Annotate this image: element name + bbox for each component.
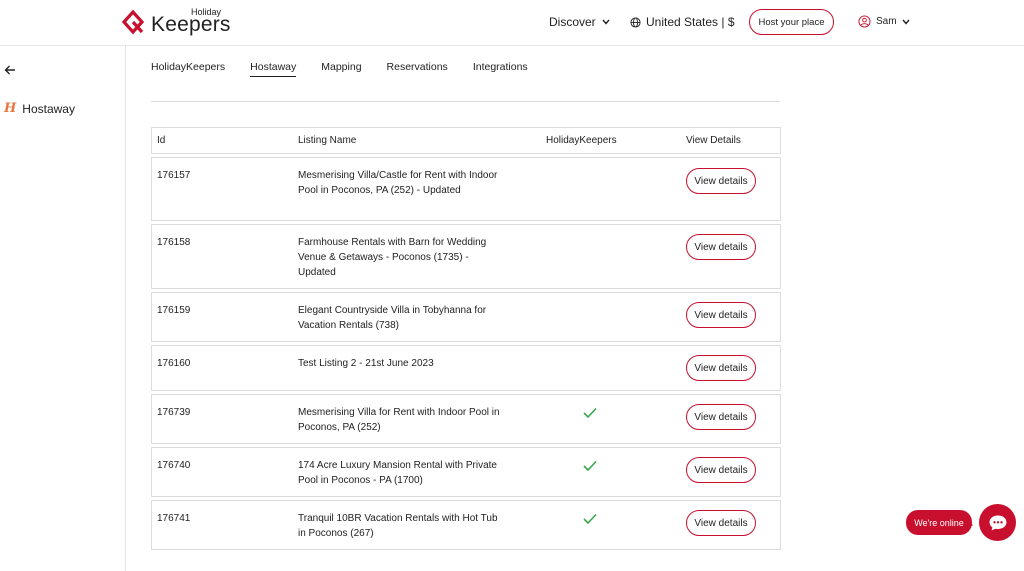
globe-icon (630, 16, 641, 28)
view-details-button[interactable]: View details (686, 510, 756, 536)
tab-integrations[interactable]: Integrations (473, 61, 528, 77)
tabs-divider (151, 101, 780, 102)
logo-text: Holiday Keepers (151, 7, 230, 37)
view-details-button[interactable]: View details (686, 168, 756, 194)
header-divider (126, 45, 1024, 46)
sidebar-item-hostaway[interactable]: H Hostaway (4, 101, 75, 116)
table-row: 176740 174 Acre Luxury Mansion Rental wi… (151, 447, 781, 497)
listings-table: Id Listing Name HolidayKeepers View Deta… (151, 127, 781, 553)
column-header-view-details: View Details (686, 135, 741, 146)
table-row: 176158 Farmhouse Rentals with Barn for W… (151, 224, 781, 289)
view-details-button[interactable]: View details (686, 404, 756, 430)
user-menu[interactable]: Sam (858, 15, 910, 28)
listing-name: Farmhouse Rentals with Barn for Wedding … (298, 237, 487, 278)
listing-id: 176740 (157, 460, 191, 471)
checkmark-icon (583, 407, 597, 419)
logo-big-text: Keepers (151, 13, 231, 36)
view-details-button[interactable]: View details (686, 355, 756, 381)
chevron-down-icon (902, 19, 910, 25)
table-header: Id Listing Name HolidayKeepers View Deta… (151, 127, 781, 154)
user-name: Sam (876, 16, 897, 27)
table-row: 176739 Mesmerising Villa for Rent with I… (151, 394, 781, 444)
chat-launcher-button[interactable] (979, 504, 1016, 541)
table-row: 176160 Test Listing 2 - 21st June 2023 V… (151, 345, 781, 391)
checkmark-icon (583, 460, 597, 472)
tab-bar: HolidayKeepers Hostaway Mapping Reservat… (151, 61, 553, 77)
listing-id: 176739 (157, 407, 191, 418)
listing-id: 176159 (157, 305, 191, 316)
checkmark-icon (583, 513, 597, 525)
top-header: Holiday Keepers Discover United States |… (0, 0, 1024, 45)
listing-id: 176158 (157, 237, 191, 248)
tab-hostaway[interactable]: Hostaway (250, 61, 297, 77)
listing-name: Elegant Countryside Villa in Tobyhanna f… (298, 305, 487, 331)
sidebar-item-label: Hostaway (22, 101, 75, 116)
table-row: 176157 Mesmerising Villa/Castle for Rent… (151, 157, 781, 221)
listing-name: Test Listing 2 - 21st June 2023 (298, 358, 434, 369)
country-label: United States | $ (646, 15, 735, 29)
listing-name: Mesmerising Villa/Castle for Rent with I… (298, 170, 498, 196)
chat-bubble-icon (989, 515, 1006, 530)
listing-name: Mesmerising Villa for Rent with Indoor P… (298, 407, 500, 433)
listing-id: 176741 (157, 513, 191, 524)
arrow-left-icon[interactable] (4, 64, 16, 76)
listing-id: 176157 (157, 170, 191, 181)
tab-holidaykeepers[interactable]: HolidayKeepers (151, 61, 225, 77)
chat-label-tail (966, 520, 973, 530)
table-row: 176159 Elegant Countryside Villa in Toby… (151, 292, 781, 342)
column-header-holidaykeepers: HolidayKeepers (546, 135, 617, 146)
chat-online-label[interactable]: We're online (906, 510, 972, 535)
listing-name: Tranquil 10BR Vacation Rentals with Hot … (298, 513, 498, 539)
chevron-down-icon (602, 19, 610, 25)
holidaykeepers-logo[interactable]: Holiday Keepers (120, 7, 230, 37)
table-row: 176741 Tranquil 10BR Vacation Rentals wi… (151, 500, 781, 550)
logo-mark-icon (121, 9, 145, 35)
listing-id: 176160 (157, 358, 191, 369)
view-details-button[interactable]: View details (686, 302, 756, 328)
country-currency-selector[interactable]: United States | $ (630, 15, 735, 29)
hostaway-logo-icon: H (4, 101, 17, 116)
listing-name: 174 Acre Luxury Mansion Rental with Priv… (298, 460, 497, 486)
host-your-place-button[interactable]: Host your place (749, 9, 834, 35)
tab-mapping[interactable]: Mapping (321, 61, 361, 77)
view-details-button[interactable]: View details (686, 234, 756, 260)
discover-menu[interactable]: Discover (549, 15, 610, 29)
user-avatar-icon (858, 15, 871, 28)
view-details-button[interactable]: View details (686, 457, 756, 483)
discover-label: Discover (549, 15, 596, 29)
column-header-listing-name: Listing Name (298, 135, 357, 146)
sidebar: H Hostaway (0, 45, 126, 571)
column-header-id: Id (157, 135, 166, 146)
tab-reservations[interactable]: Reservations (387, 61, 448, 77)
